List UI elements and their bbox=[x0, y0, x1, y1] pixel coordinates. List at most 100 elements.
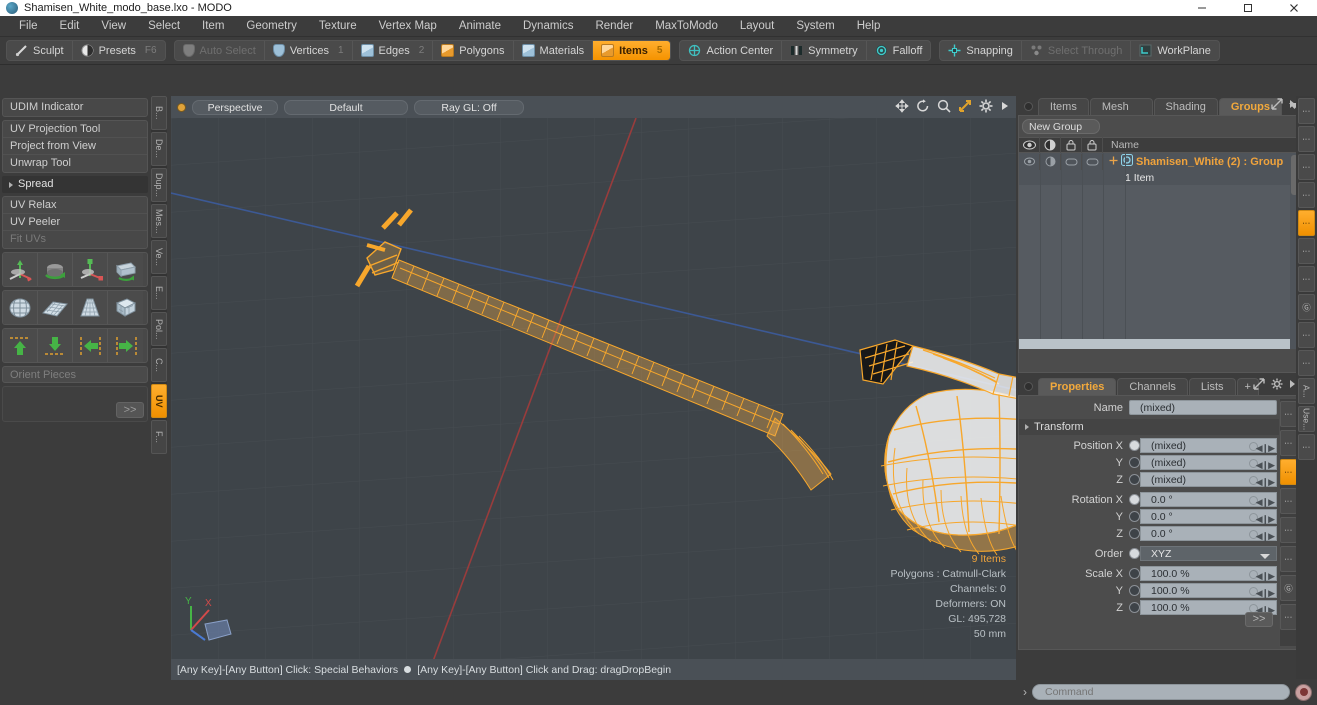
scale-y-key-toggle[interactable] bbox=[1129, 585, 1140, 596]
viewport-canvas[interactable]: Y X bbox=[171, 118, 1016, 680]
align-up-icon[interactable] bbox=[3, 329, 38, 362]
align-left-icon[interactable] bbox=[73, 329, 108, 362]
horizontal-scrollbar[interactable] bbox=[1019, 339, 1299, 349]
pside-tab-6[interactable]: Ⓖ bbox=[1280, 575, 1297, 601]
shading-selector[interactable]: Default bbox=[284, 99, 408, 115]
presets-button[interactable]: Presets F6 bbox=[73, 41, 165, 60]
uv-flip-icon[interactable] bbox=[108, 253, 143, 286]
scale-x-key-toggle[interactable] bbox=[1129, 568, 1140, 579]
rtab-11[interactable]: ⋮ bbox=[1298, 434, 1315, 460]
align-down-icon[interactable] bbox=[38, 329, 73, 362]
uv-cone-map-icon[interactable] bbox=[73, 291, 108, 324]
tab-items[interactable]: Items bbox=[1037, 98, 1089, 115]
gear-icon[interactable] bbox=[1271, 378, 1283, 393]
close-icon[interactable] bbox=[1271, 0, 1317, 16]
uv-scale-axis-icon[interactable] bbox=[73, 253, 108, 286]
workplane-button[interactable]: WorkPlane bbox=[1131, 41, 1219, 60]
vtab-edge[interactable]: E... bbox=[151, 276, 167, 310]
rtab-4[interactable]: ⋮ bbox=[1298, 238, 1315, 264]
groups-list-body[interactable]: Shamisen_White (2) : Group 1 Item bbox=[1019, 153, 1299, 349]
rtab-6[interactable]: Ⓖ bbox=[1298, 294, 1315, 320]
uv-sphere-map-icon[interactable] bbox=[3, 291, 38, 324]
menu-view[interactable]: View bbox=[90, 16, 137, 37]
vtab-command[interactable]: C... bbox=[151, 348, 167, 382]
edges-button[interactable]: Edges 2 bbox=[353, 41, 434, 60]
tab-shading[interactable]: Shading bbox=[1153, 98, 1218, 115]
new-group-button[interactable]: New Group bbox=[1022, 119, 1100, 134]
menu-select[interactable]: Select bbox=[137, 16, 191, 37]
scale-y-input[interactable]: 100.0 % ◀❙▶ bbox=[1140, 583, 1277, 598]
row-select-toggle[interactable] bbox=[1082, 153, 1103, 170]
vtab-deform[interactable]: De... bbox=[151, 132, 167, 166]
uv-grid-flat-icon[interactable] bbox=[38, 291, 73, 324]
raygl-toggle[interactable]: Ray GL: Off bbox=[414, 99, 524, 115]
rtab-7[interactable]: ⋮ bbox=[1298, 322, 1315, 348]
select-through-button[interactable]: Select Through bbox=[1022, 41, 1132, 60]
rtab-active[interactable]: ⋮ bbox=[1298, 210, 1315, 236]
align-right-icon[interactable] bbox=[108, 329, 143, 362]
rotate-icon[interactable] bbox=[916, 99, 930, 113]
menu-system[interactable]: System bbox=[785, 16, 845, 37]
position-z-key-toggle[interactable] bbox=[1129, 474, 1140, 485]
rotation-x-key-toggle[interactable] bbox=[1129, 494, 1140, 505]
vtab-vertex[interactable]: Ve... bbox=[151, 240, 167, 274]
position-z-input[interactable]: (mixed) ◀❙▶ bbox=[1140, 472, 1277, 487]
rotation-z-input[interactable]: 0.0 ° ◀❙▶ bbox=[1140, 526, 1277, 541]
chevron-right-icon[interactable] bbox=[1289, 379, 1296, 392]
unwrap-tool-item[interactable]: Unwrap Tool bbox=[3, 155, 147, 172]
gear-icon[interactable] bbox=[979, 99, 993, 113]
menu-maxtomodo[interactable]: MaxToModo bbox=[644, 16, 729, 37]
position-x-input[interactable]: (mixed) ◀❙▶ bbox=[1140, 438, 1277, 453]
symmetry-button[interactable]: Symmetry bbox=[782, 41, 867, 60]
expand-plus-icon[interactable] bbox=[1109, 156, 1118, 168]
view-mode-selector[interactable]: Perspective bbox=[192, 99, 278, 115]
menu-item[interactable]: Item bbox=[191, 16, 235, 37]
row-render-toggle[interactable] bbox=[1040, 153, 1061, 170]
select-icon[interactable] bbox=[1082, 137, 1103, 153]
rotation-y-key-toggle[interactable] bbox=[1129, 511, 1140, 522]
pan-icon[interactable] bbox=[895, 99, 909, 113]
expand-button[interactable]: >> bbox=[116, 402, 144, 418]
pside-tab-4[interactable]: ⋮ bbox=[1280, 517, 1297, 543]
eye-icon[interactable] bbox=[1019, 137, 1040, 153]
vtab-uv[interactable]: UV bbox=[151, 384, 167, 418]
record-icon[interactable] bbox=[1295, 683, 1312, 701]
menu-help[interactable]: Help bbox=[846, 16, 892, 37]
rtab-1[interactable]: ⋮ bbox=[1298, 126, 1315, 152]
fit-uvs-item[interactable]: Fit UVs bbox=[3, 231, 147, 248]
position-y-input[interactable]: (mixed) ◀❙▶ bbox=[1140, 455, 1277, 470]
items-button[interactable]: Items 5 bbox=[593, 41, 671, 60]
expand-icon[interactable] bbox=[1271, 98, 1283, 113]
vtab-mesh[interactable]: Mes... bbox=[151, 204, 167, 238]
pside-tab-5[interactable]: ⋮ bbox=[1280, 546, 1297, 572]
pside-tab-3[interactable]: ⋮ bbox=[1280, 488, 1297, 514]
menu-render[interactable]: Render bbox=[584, 16, 644, 37]
pside-tab-7[interactable]: ⋮ bbox=[1280, 604, 1297, 630]
rtab-2[interactable]: ⋮ bbox=[1298, 154, 1315, 180]
uv-peeler-item[interactable]: UV Peeler bbox=[3, 214, 147, 231]
zoom-icon[interactable] bbox=[937, 99, 951, 113]
scale-x-input[interactable]: 100.0 % ◀❙▶ bbox=[1140, 566, 1277, 581]
rtab-9[interactable]: A... bbox=[1298, 378, 1315, 404]
rotation-x-input[interactable]: 0.0 ° ◀❙▶ bbox=[1140, 492, 1277, 507]
play-icon[interactable] bbox=[1000, 99, 1010, 113]
menu-geometry[interactable]: Geometry bbox=[235, 16, 308, 37]
polygons-button[interactable]: Polygons bbox=[433, 41, 514, 60]
row-eye-toggle[interactable] bbox=[1019, 153, 1040, 170]
uv-rotate-icon[interactable] bbox=[38, 253, 73, 286]
pside-tab-2[interactable]: ⋮ bbox=[1280, 459, 1297, 485]
menu-layout[interactable]: Layout bbox=[729, 16, 786, 37]
vtab-b[interactable]: B... bbox=[151, 96, 167, 130]
viewport-menu-dot-icon[interactable] bbox=[177, 102, 186, 112]
uv-relax-item[interactable]: UV Relax bbox=[3, 197, 147, 214]
spread-section-header[interactable]: Spread bbox=[2, 176, 148, 193]
transform-section-header[interactable]: Transform bbox=[1019, 419, 1299, 435]
fit-icon[interactable] bbox=[958, 99, 972, 113]
render-icon[interactable] bbox=[1040, 137, 1061, 153]
uv-move-axis-icon[interactable] bbox=[3, 253, 38, 286]
tab-lists[interactable]: Lists bbox=[1188, 378, 1236, 395]
auto-select-button[interactable]: Auto Select bbox=[175, 41, 265, 60]
expand-icon[interactable] bbox=[1253, 378, 1265, 393]
rotation-z-key-toggle[interactable] bbox=[1129, 528, 1140, 539]
rtab-3[interactable]: ⋮ bbox=[1298, 182, 1315, 208]
